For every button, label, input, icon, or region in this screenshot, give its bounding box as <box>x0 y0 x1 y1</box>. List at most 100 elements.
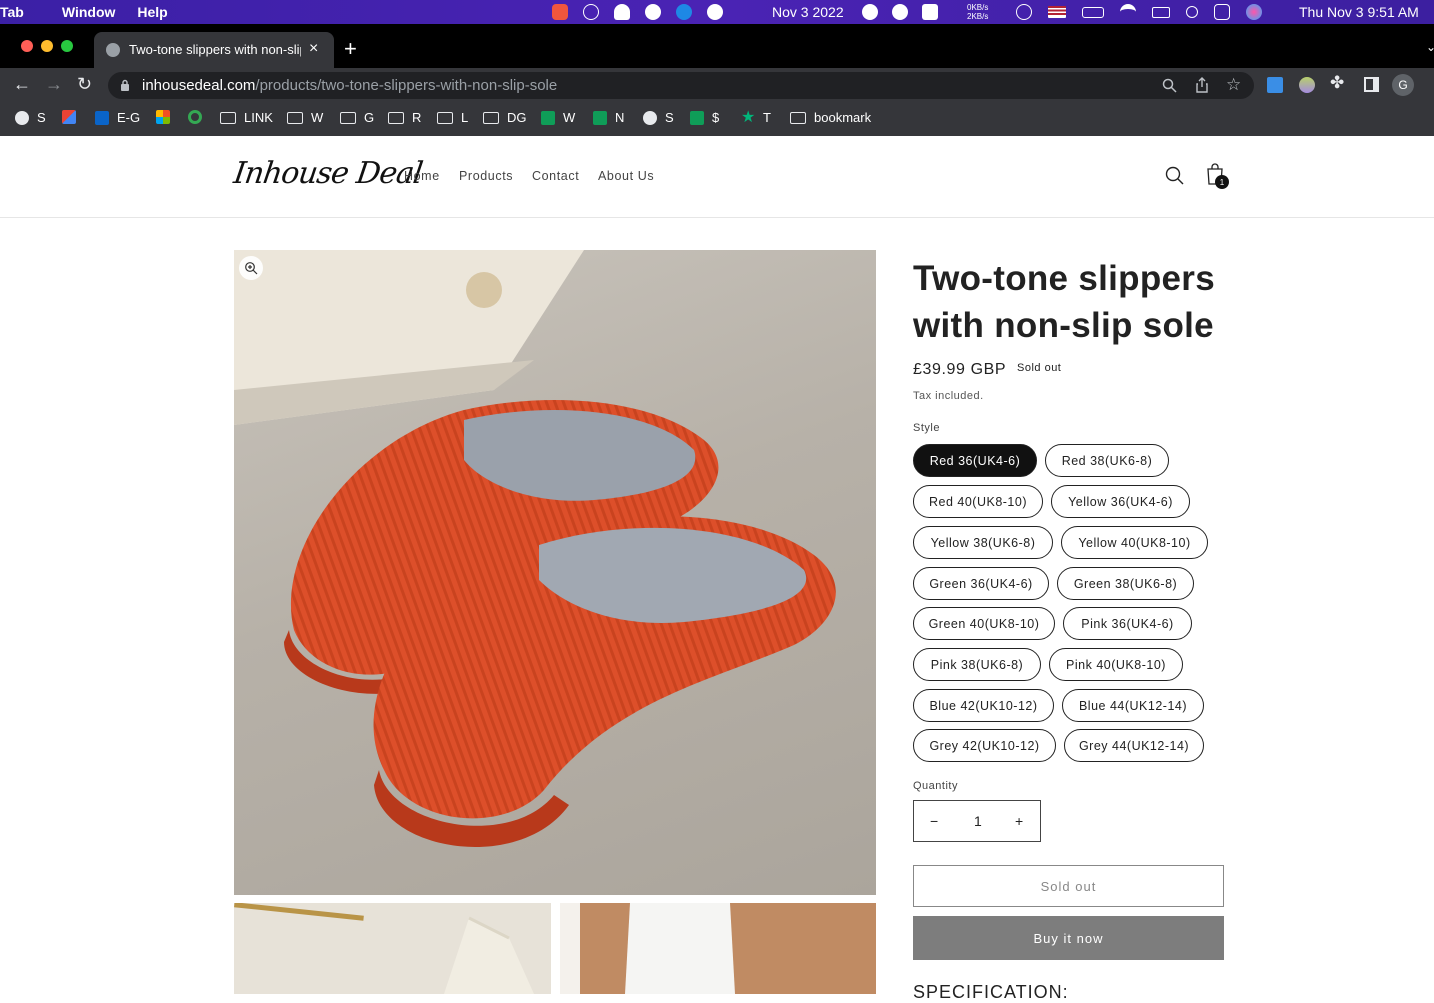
bookmark-folder[interactable]: L <box>437 110 468 125</box>
keyboard-icon[interactable] <box>1152 6 1170 18</box>
teamviewer-icon[interactable] <box>676 4 692 20</box>
style-option-red-38[interactable]: Red 38(UK6-8) <box>1045 444 1169 477</box>
tab-close-icon[interactable]: × <box>309 40 318 58</box>
style-option-grey-44[interactable]: Grey 44(UK12-14) <box>1064 729 1204 762</box>
style-option-pink-38[interactable]: Pink 38(UK6-8) <box>913 648 1041 681</box>
menu-window[interactable]: Window <box>62 4 116 20</box>
url-host: inhousedeal.com <box>142 77 256 94</box>
nav-contact[interactable]: Contact <box>532 169 579 183</box>
extension-circle-icon[interactable] <box>1299 77 1315 93</box>
net-down: 2KB/s <box>967 12 989 21</box>
bookmark-item[interactable] <box>188 110 210 124</box>
check-icon[interactable] <box>892 4 908 20</box>
style-option-blue-44[interactable]: Blue 44(UK12-14) <box>1062 689 1204 722</box>
bookmark-star-icon[interactable]: ☆ <box>1226 75 1241 95</box>
extensions-puzzle-icon[interactable]: ✤ <box>1330 73 1344 93</box>
status-icons-left <box>552 0 723 24</box>
menu-tab[interactable]: Tab <box>0 4 24 20</box>
style-option-red-40[interactable]: Red 40(UK8-10) <box>913 485 1043 518</box>
bookmark-item[interactable]: E-G <box>95 110 140 125</box>
product-thumbnail-2[interactable] <box>560 903 876 994</box>
bookmark-folder[interactable]: bookmark <box>790 110 871 125</box>
nav-products[interactable]: Products <box>459 169 513 183</box>
forward-arrow-icon[interactable]: → <box>45 74 63 95</box>
bookmark-item[interactable]: N <box>593 110 624 125</box>
product-title: Two-tone slippers with non-slip sole <box>913 259 1215 345</box>
style-option-green-36[interactable]: Green 36(UK4-6) <box>913 567 1049 600</box>
control-center-icon[interactable] <box>1214 4 1230 20</box>
style-option-yellow-40[interactable]: Yellow 40(UK8-10) <box>1061 526 1208 559</box>
battery-icon[interactable] <box>1082 6 1104 18</box>
app-status-icon[interactable] <box>552 4 568 20</box>
feather-icon[interactable] <box>583 4 599 20</box>
window-zoom-button[interactable] <box>61 40 73 52</box>
style-option-yellow-36[interactable]: Yellow 36(UK4-6) <box>1051 485 1190 518</box>
wechat-icon[interactable] <box>645 4 661 20</box>
bookmark-folder[interactable]: W <box>287 110 323 125</box>
download-extension-icon[interactable] <box>1267 77 1283 93</box>
style-option-pink-36[interactable]: Pink 36(UK4-6) <box>1063 607 1192 640</box>
add-to-cart-sold-out-button[interactable]: Sold out <box>913 865 1224 907</box>
profile-avatar[interactable]: G <box>1392 74 1414 96</box>
trustpilot-star-icon: ★ <box>741 108 756 126</box>
bookmark-item[interactable] <box>62 110 84 124</box>
window-close-button[interactable] <box>21 40 33 52</box>
browser-tab-active[interactable]: Two-tone slippers with non-slip sole × <box>94 32 334 68</box>
us-flag-icon[interactable] <box>1048 6 1066 18</box>
cow-icon[interactable] <box>707 4 723 20</box>
tab-search-chevron-icon[interactable]: ⌄ <box>1426 40 1434 54</box>
bookmark-folder[interactable]: DG <box>483 110 527 125</box>
time-machine-icon[interactable] <box>1016 4 1032 20</box>
menu-help[interactable]: Help <box>137 4 167 20</box>
share-icon[interactable] <box>1195 77 1209 93</box>
reload-icon[interactable]: ↻ <box>77 74 92 95</box>
side-panel-icon[interactable] <box>1364 77 1379 92</box>
cart-count-badge: 1 <box>1215 175 1229 189</box>
menubar-clock[interactable]: Thu Nov 3 9:51 AM <box>1299 0 1419 24</box>
pointer-icon[interactable] <box>862 4 878 20</box>
bookmark-item[interactable]: ★ T <box>741 108 771 126</box>
new-tab-button[interactable]: + <box>344 36 357 62</box>
product-thumbnail-1[interactable] <box>234 903 551 994</box>
zoom-icon[interactable] <box>1162 78 1177 93</box>
wifi-icon[interactable] <box>1120 4 1136 20</box>
quantity-decrease-button[interactable]: − <box>930 813 938 829</box>
bookmark-item[interactable]: S <box>15 110 46 125</box>
style-option-pink-40[interactable]: Pink 40(UK8-10) <box>1049 648 1183 681</box>
microsoft-icon <box>156 110 170 124</box>
siri-icon[interactable] <box>1246 4 1262 20</box>
bookmark-label: DG <box>507 110 527 125</box>
style-option-yellow-38[interactable]: Yellow 38(UK6-8) <box>913 526 1053 559</box>
spotlight-search-icon[interactable] <box>1186 6 1198 18</box>
style-option-red-36[interactable]: Red 36(UK4-6) <box>913 444 1037 477</box>
buy-it-now-button[interactable]: Buy it now <box>913 916 1224 960</box>
quantity-increase-button[interactable]: + <box>1015 813 1023 829</box>
window-minimize-button[interactable] <box>41 40 53 52</box>
style-option-grey-42[interactable]: Grey 42(UK10-12) <box>913 729 1056 762</box>
quantity-input[interactable]: 1 <box>974 813 982 829</box>
bookmark-item[interactable] <box>156 110 178 124</box>
specification-heading: SPECIFICATION: <box>913 982 1069 1002</box>
search-icon[interactable] <box>1165 166 1184 185</box>
bookmark-item[interactable]: S <box>643 110 674 125</box>
bookmark-item[interactable]: W <box>541 110 575 125</box>
store-logo[interactable]: Inhouse Deal <box>232 156 425 191</box>
style-option-blue-42[interactable]: Blue 42(UK10-12) <box>913 689 1054 722</box>
bookmark-folder[interactable]: R <box>388 110 421 125</box>
lock-icon[interactable] <box>120 79 130 91</box>
qq-icon[interactable] <box>614 4 630 20</box>
cat-icon[interactable] <box>922 4 938 20</box>
style-option-green-38[interactable]: Green 38(UK6-8) <box>1057 567 1194 600</box>
bookmark-folder[interactable]: LINK <box>220 110 273 125</box>
nav-about-us[interactable]: About Us <box>598 169 654 183</box>
zoom-in-icon[interactable] <box>244 261 258 275</box>
back-arrow-icon[interactable]: ← <box>13 74 31 95</box>
bookmark-item[interactable]: $ <box>690 110 719 125</box>
product-main-image[interactable] <box>234 250 876 895</box>
folder-icon <box>437 111 453 124</box>
bookmark-folder[interactable]: G <box>340 110 374 125</box>
address-bar[interactable]: inhousedeal.com/products/two-tone-slippe… <box>108 72 1254 99</box>
style-option-green-40[interactable]: Green 40(UK8-10) <box>913 607 1055 640</box>
model-photo <box>560 903 735 994</box>
nav-home[interactable]: Home <box>404 169 440 183</box>
